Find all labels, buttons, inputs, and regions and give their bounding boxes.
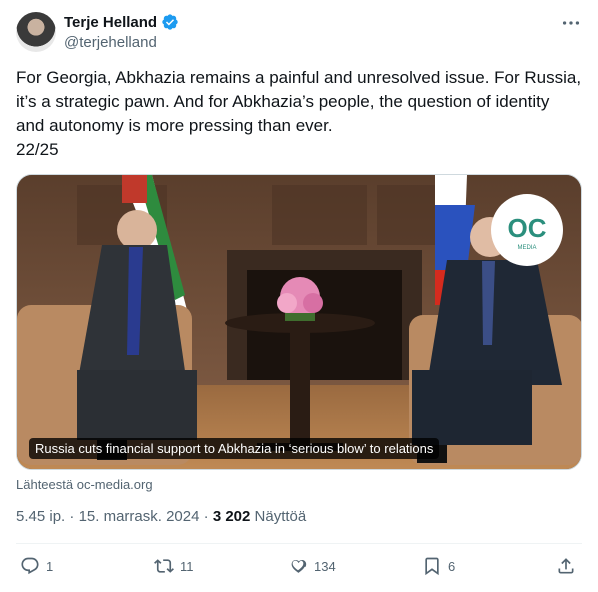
reply-count: 1: [46, 558, 54, 574]
more-options-icon[interactable]: [560, 12, 582, 34]
tweet-body: For Georgia, Abkhazia remains a painful …: [16, 68, 582, 135]
media-source-link[interactable]: Lähteestä oc-media.org: [16, 477, 153, 492]
like-button[interactable]: 134: [288, 556, 336, 576]
repost-count: 11: [180, 558, 194, 574]
media-photo: OC MEDIA: [17, 175, 581, 469]
meta-separator: ·: [69, 508, 79, 525]
author-handle[interactable]: @terjehelland: [64, 34, 157, 51]
tweet-meta: 5.45 ip. · 15. marrask. 2024 · 3 202 Näy…: [16, 508, 306, 525]
tweet-header: Terje Helland @terjehelland: [16, 10, 582, 56]
logo-text: OC: [508, 213, 547, 243]
reply-button[interactable]: 1: [20, 556, 53, 576]
tweet-text: For Georgia, Abkhazia remains a painful …: [16, 66, 582, 162]
like-count: 134: [314, 558, 336, 574]
heart-icon: [291, 559, 307, 573]
tweet-thread-count: 22/25: [16, 140, 59, 159]
share-button[interactable]: [556, 556, 576, 576]
media-card[interactable]: OC MEDIA Russia cuts financial support t…: [16, 174, 582, 470]
logo-subtext: MEDIA: [517, 245, 536, 251]
repost-icon: [154, 559, 174, 573]
bookmark-icon: [425, 557, 439, 576]
action-bar: 1 11 134 6: [16, 556, 582, 582]
views-count: 3 202: [212, 508, 251, 525]
media-caption: Russia cuts financial support to Abkhazi…: [29, 438, 440, 459]
bookmark-count: 6: [448, 558, 456, 574]
author-name-row: Terje Helland: [64, 13, 179, 31]
meta-separator: ·: [203, 508, 213, 525]
share-icon: [558, 558, 574, 574]
tweet-time[interactable]: 5.45 ip.: [16, 508, 65, 525]
reply-icon: [21, 557, 39, 575]
verified-badge-icon: [162, 14, 178, 30]
tweet-date[interactable]: 15. marrask. 2024: [79, 508, 200, 525]
views-label: Näyttöä: [254, 508, 307, 525]
avatar[interactable]: [16, 12, 56, 52]
repost-button[interactable]: 11: [154, 556, 194, 576]
divider: [16, 543, 582, 544]
bookmark-button[interactable]: 6: [422, 556, 455, 576]
author-name[interactable]: Terje Helland: [64, 14, 157, 31]
